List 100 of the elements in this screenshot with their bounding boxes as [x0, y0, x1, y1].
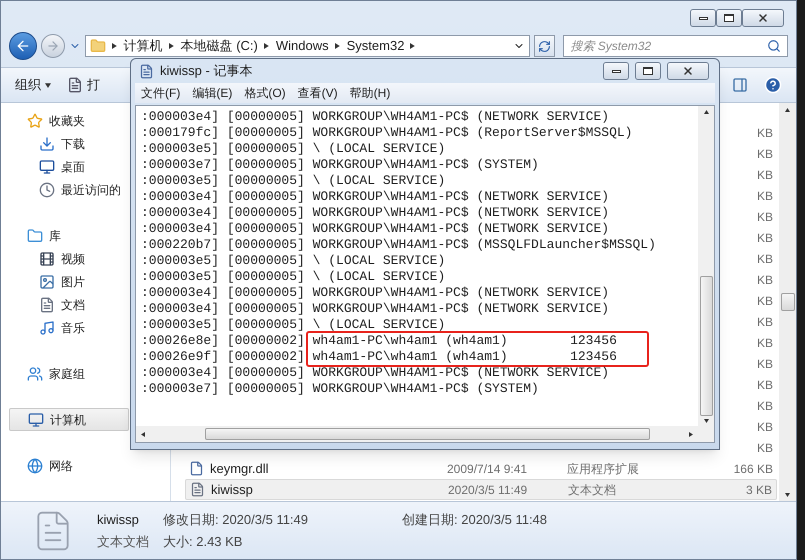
file-size: KB: [756, 208, 773, 226]
nav-item[interactable]: 图片: [39, 270, 85, 293]
log-account: \ (LOCAL SERVICE): [312, 317, 446, 333]
globe-icon: [27, 458, 43, 474]
preview-pane-icon[interactable]: [732, 77, 748, 93]
vertical-scrollbar[interactable]: [779, 103, 796, 501]
scroll-left-icon[interactable]: [140, 432, 145, 436]
breadcrumb-arrow-icon[interactable]: [168, 43, 175, 49]
menu-item[interactable]: 查看(V): [298, 84, 338, 102]
log-id: :000003e4]: [141, 365, 220, 381]
music-note-icon: [39, 320, 55, 336]
breadcrumb-arrow-icon[interactable]: [112, 43, 118, 49]
minimize-button[interactable]: [603, 62, 629, 80]
nav-item[interactable]: 桌面: [39, 155, 85, 178]
breadcrumb-arrow-icon[interactable]: [410, 43, 416, 49]
log-session: [00000005]: [226, 157, 305, 173]
log-id: :000003e5]: [141, 173, 220, 189]
folder-icon: [27, 228, 43, 244]
log-id: :000003e7]: [141, 381, 220, 397]
log-id: :000179fc]: [141, 125, 220, 141]
caret-icon[interactable]: [45, 82, 51, 88]
nav-item[interactable]: 最近访问的: [39, 178, 121, 201]
log-account: WORKGROUP\WH4AM1-PC$ (NETWORK SERVICE): [312, 301, 610, 317]
file-name[interactable]: kiwissp: [211, 480, 253, 500]
log-account: WORKGROUP\WH4AM1-PC$ (NETWORK SERVICE): [312, 365, 610, 381]
breadcrumb-arrow-icon[interactable]: [264, 43, 270, 49]
log-session: [00000005]: [226, 141, 305, 157]
search-box[interactable]: 搜索 System32: [563, 35, 788, 57]
scroll-up-icon[interactable]: [704, 109, 708, 114]
log-session: [00000002]: [226, 349, 305, 365]
address-bar[interactable]: 计算机 本地磁盘 (C:) Windows System32: [84, 35, 530, 57]
file-name[interactable]: keymgr.dll: [210, 458, 269, 478]
document-icon: [67, 77, 83, 93]
log-session: [00000005]: [226, 317, 305, 333]
menu-item[interactable]: 文件(F): [141, 84, 180, 102]
refresh-button[interactable]: [534, 35, 556, 57]
nav-item[interactable]: 文档: [39, 293, 85, 316]
file-size: KB: [756, 418, 773, 436]
log-account: WORKGROUP\WH4AM1-PC$ (NETWORK SERVICE): [312, 285, 610, 301]
scroll-thumb[interactable]: [700, 276, 712, 416]
log-account: \ (LOCAL SERVICE): [312, 141, 446, 157]
file-size: KB: [756, 272, 773, 288]
log-account: WORKGROUP\WH4AM1-PC$ (NETWORK SERVICE): [312, 189, 610, 205]
menu-item[interactable]: 帮助(H): [350, 84, 390, 102]
log-id: :000003e4]: [141, 109, 220, 125]
file-size: KB: [756, 292, 773, 310]
scroll-right-icon[interactable]: [689, 432, 694, 436]
breadcrumb-item[interactable]: 计算机: [124, 36, 163, 56]
horizontal-scrollbar[interactable]: [136, 426, 714, 442]
menu-item[interactable]: 编辑(E): [192, 84, 232, 102]
organize-menu[interactable]: 组织: [15, 75, 51, 95]
breadcrumb-arrow-icon[interactable]: [334, 43, 341, 49]
log-id: :00026e9f]: [141, 349, 220, 365]
scroll-down-icon[interactable]: [785, 492, 790, 497]
search-input[interactable]: 搜索 System32: [570, 37, 767, 55]
log-session: [00000005]: [226, 365, 305, 381]
scroll-thumb[interactable]: [205, 428, 650, 440]
notepad-icon: [139, 64, 154, 78]
maximize-button[interactable]: [635, 62, 661, 80]
close-button[interactable]: [667, 62, 709, 80]
breadcrumb-item[interactable]: Windows: [276, 36, 329, 56]
close-button[interactable]: [742, 9, 784, 27]
file-size: KB: [756, 440, 773, 456]
back-button[interactable]: [9, 32, 37, 60]
log-id: :000003e4]: [141, 285, 220, 301]
maximize-button[interactable]: [716, 9, 742, 27]
nav-item[interactable]: 下载: [39, 132, 85, 155]
log-account: WORKGROUP\WH4AM1-PC$ (NETWORK SERVICE): [312, 109, 610, 125]
nav-item[interactable]: 网络: [27, 454, 73, 477]
open-button[interactable]: 打: [67, 75, 100, 95]
file-date: 2009/7/14 9:41: [447, 462, 528, 476]
nav-item[interactable]: 库: [27, 224, 61, 247]
log-id: :000003e5]: [141, 253, 220, 269]
log-id: :000003e4]: [141, 221, 220, 237]
people-icon: [27, 366, 43, 382]
minimize-button[interactable]: [690, 9, 716, 27]
file-size: 3 KB: [746, 482, 772, 498]
nav-item[interactable]: 家庭组: [27, 362, 85, 385]
file-size: KB: [756, 398, 773, 414]
menu-item[interactable]: 格式(O): [244, 84, 286, 102]
scroll-up-icon[interactable]: [785, 107, 790, 112]
scroll-down-icon[interactable]: [704, 418, 708, 423]
clock-icon: [39, 182, 55, 198]
log-session: [00000005]: [226, 381, 305, 397]
created-date: 创建日期: 2020/3/5 11:48: [402, 511, 548, 529]
scroll-thumb[interactable]: [780, 293, 794, 311]
nav-item[interactable]: 音乐: [39, 316, 85, 339]
log-session: [00000005]: [226, 221, 305, 237]
help-icon[interactable]: [764, 76, 782, 94]
log-account: WORKGROUP\WH4AM1-PC$ (SYSTEM): [312, 157, 539, 173]
nav-item[interactable]: 计算机: [9, 408, 129, 431]
file-size: 166 KB: [734, 460, 773, 478]
details-file-name: kiwissp: [97, 511, 140, 529]
nav-item[interactable]: 收藏夹: [27, 109, 85, 132]
modified-date: 修改日期: 2020/3/5 11:49: [163, 511, 308, 529]
computer-icon: [28, 412, 44, 428]
breadcrumb-item[interactable]: 本地磁盘 (C:): [180, 36, 258, 56]
vertical-scrollbar[interactable]: [698, 106, 714, 426]
nav-item[interactable]: 视频: [39, 247, 85, 270]
breadcrumb-item[interactable]: System32: [346, 36, 404, 56]
